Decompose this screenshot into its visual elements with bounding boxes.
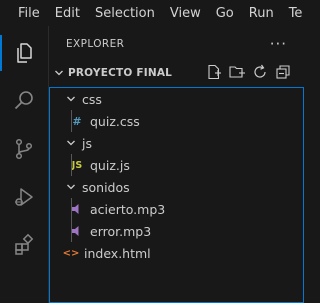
folder-label: sonidos (82, 179, 130, 195)
indent-guide (71, 110, 72, 132)
menu-edit[interactable]: Edit (55, 6, 80, 21)
folder-js[interactable]: js (50, 132, 303, 154)
file-label: error.mp3 (90, 223, 152, 239)
workspace-title: PROYECTO FINAL (68, 67, 173, 79)
file-label: quiz.css (90, 113, 140, 129)
refresh-icon[interactable] (252, 64, 268, 80)
section-actions (206, 64, 291, 80)
file-quiz-js[interactable]: JS quiz.js (50, 154, 303, 176)
chevron-down-icon (63, 138, 79, 148)
run-debug-icon (15, 188, 33, 206)
explorer-title: EXPLORER (66, 37, 125, 50)
explorer-panel: EXPLORER ··· PROYECTO FINAL css # quiz.c… (48, 26, 305, 303)
file-label: quiz.js (90, 157, 130, 173)
file-label: acierto.mp3 (90, 201, 166, 217)
more-actions-icon[interactable]: ··· (270, 35, 287, 53)
folder-label: css (82, 91, 102, 107)
folder-css[interactable]: css (50, 88, 303, 110)
html-file-icon: <> (62, 247, 80, 259)
source-control-icon (15, 138, 33, 160)
indent-guide (71, 220, 72, 242)
file-acierto-mp3[interactable]: acierto.mp3 (50, 198, 303, 220)
file-error-mp3[interactable]: error.mp3 (50, 220, 303, 242)
indent-guide (71, 198, 72, 220)
source-control-button[interactable] (0, 127, 48, 171)
title-bar: File Edit Selection View Go Run Te (0, 0, 304, 26)
explorer-header: EXPLORER ··· (49, 26, 305, 61)
run-debug-button[interactable] (0, 175, 48, 219)
menu-file[interactable]: File (18, 6, 40, 21)
extensions-icon (15, 233, 34, 255)
new-folder-icon[interactable] (229, 64, 245, 80)
menu-run[interactable]: Run (249, 6, 274, 21)
new-file-icon[interactable] (206, 64, 222, 80)
menu-terminal[interactable]: Te (289, 6, 303, 21)
explorer-button[interactable] (0, 31, 48, 75)
file-label: index.html (84, 245, 151, 261)
collapse-all-icon[interactable] (275, 64, 291, 80)
menu-selection[interactable]: Selection (95, 6, 155, 21)
menu-bar: File Edit Selection View Go Run Te (18, 6, 317, 21)
chevron-down-icon (63, 94, 79, 104)
extensions-button[interactable] (0, 223, 48, 267)
workspace-section-header[interactable]: PROYECTO FINAL (49, 61, 305, 85)
files-icon (17, 43, 32, 63)
chevron-down-icon (63, 182, 79, 192)
folder-sonidos[interactable]: sonidos (50, 176, 303, 198)
search-button[interactable] (0, 79, 48, 123)
file-tree: css # quiz.css js JS quiz.js sonidos aci… (49, 87, 304, 303)
search-icon (14, 91, 33, 110)
menu-view[interactable]: View (170, 6, 201, 21)
file-index-html[interactable]: <> index.html (50, 242, 303, 264)
indent-guide (71, 154, 72, 176)
file-quiz-css[interactable]: # quiz.css (50, 110, 303, 132)
folder-label: js (82, 135, 92, 151)
menu-go[interactable]: Go (216, 6, 234, 21)
chevron-down-icon (50, 68, 68, 78)
activity-bar (0, 26, 48, 303)
